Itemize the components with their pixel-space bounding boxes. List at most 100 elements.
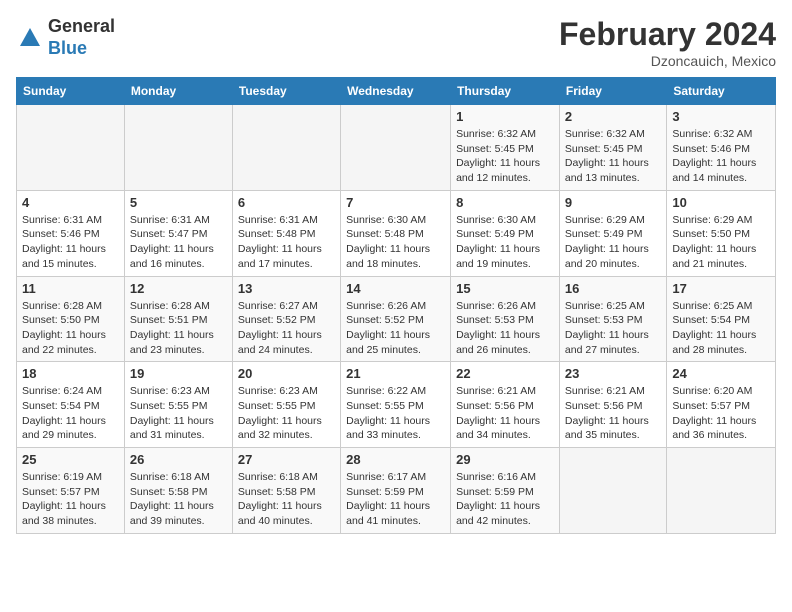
weekday-header-thursday: Thursday xyxy=(451,78,560,105)
calendar-cell: 12 Sunrise: 6:28 AM Sunset: 5:51 PM Dayli… xyxy=(124,276,232,362)
calendar-cell: 11Sunrise: 6:28 AM Sunset: 5:50 PM Dayli… xyxy=(17,276,125,362)
day-number: 13 xyxy=(238,281,335,296)
week-row-2: 11Sunrise: 6:28 AM Sunset: 5:50 PM Dayli… xyxy=(17,276,776,362)
day-number: 17 xyxy=(672,281,770,296)
week-row-0: 1 Sunrise: 6:32 AM Sunset: 5:45 PM Daylig… xyxy=(17,105,776,191)
day-number: 11 xyxy=(22,281,119,296)
logo-general: General xyxy=(48,16,115,36)
weekday-header-friday: Friday xyxy=(559,78,666,105)
calendar-cell: 13 Sunrise: 6:27 AM Sunset: 5:52 PM Dayli… xyxy=(232,276,340,362)
calendar-cell: 29 Sunrise: 6:16 AM Sunset: 5:59 PM Dayli… xyxy=(451,448,560,534)
day-info: Sunrise: 6:20 AM Sunset: 5:57 PM Dayligh… xyxy=(672,384,770,443)
day-info: Sunrise: 6:28 AM Sunset: 5:51 PM Dayligh… xyxy=(130,299,227,358)
day-info: Sunrise: 6:18 AM Sunset: 5:58 PM Dayligh… xyxy=(238,470,335,529)
day-number: 12 xyxy=(130,281,227,296)
day-info: Sunrise: 6:25 AM Sunset: 5:54 PM Dayligh… xyxy=(672,299,770,358)
logo-text: General Blue xyxy=(48,16,115,59)
day-info: Sunrise: 6:21 AM Sunset: 5:56 PM Dayligh… xyxy=(565,384,661,443)
calendar-cell: 1 Sunrise: 6:32 AM Sunset: 5:45 PM Daylig… xyxy=(451,105,560,191)
day-number: 14 xyxy=(346,281,445,296)
day-info: Sunrise: 6:27 AM Sunset: 5:52 PM Dayligh… xyxy=(238,299,335,358)
calendar-cell xyxy=(341,105,451,191)
weekday-header-saturday: Saturday xyxy=(667,78,776,105)
day-number: 1 xyxy=(456,109,554,124)
page-header: General Blue February 2024 Dzoncauich, M… xyxy=(16,16,776,69)
day-info: Sunrise: 6:16 AM Sunset: 5:59 PM Dayligh… xyxy=(456,470,554,529)
day-info: Sunrise: 6:31 AM Sunset: 5:47 PM Dayligh… xyxy=(130,213,227,272)
day-number: 15 xyxy=(456,281,554,296)
day-number: 16 xyxy=(565,281,661,296)
calendar-cell: 10Sunrise: 6:29 AM Sunset: 5:50 PM Dayli… xyxy=(667,190,776,276)
day-info: Sunrise: 6:31 AM Sunset: 5:46 PM Dayligh… xyxy=(22,213,119,272)
calendar-cell: 24Sunrise: 6:20 AM Sunset: 5:57 PM Dayli… xyxy=(667,362,776,448)
day-number: 2 xyxy=(565,109,661,124)
calendar-cell: 18 Sunrise: 6:24 AM Sunset: 5:54 PM Dayli… xyxy=(17,362,125,448)
calendar-cell: 26 Sunrise: 6:18 AM Sunset: 5:58 PM Dayli… xyxy=(124,448,232,534)
day-number: 4 xyxy=(22,195,119,210)
calendar-cell: 2 Sunrise: 6:32 AM Sunset: 5:45 PM Daylig… xyxy=(559,105,666,191)
calendar-cell: 23Sunrise: 6:21 AM Sunset: 5:56 PM Dayli… xyxy=(559,362,666,448)
logo-icon xyxy=(16,24,44,52)
week-row-4: 25 Sunrise: 6:19 AM Sunset: 5:57 PM Dayli… xyxy=(17,448,776,534)
day-number: 27 xyxy=(238,452,335,467)
day-info: Sunrise: 6:24 AM Sunset: 5:54 PM Dayligh… xyxy=(22,384,119,443)
weekday-header-wednesday: Wednesday xyxy=(341,78,451,105)
calendar-cell: 7 Sunrise: 6:30 AM Sunset: 5:48 PM Daylig… xyxy=(341,190,451,276)
day-info: Sunrise: 6:22 AM Sunset: 5:55 PM Dayligh… xyxy=(346,384,445,443)
day-info: Sunrise: 6:26 AM Sunset: 5:53 PM Dayligh… xyxy=(456,299,554,358)
calendar-cell: 6Sunrise: 6:31 AM Sunset: 5:48 PM Daylig… xyxy=(232,190,340,276)
day-number: 28 xyxy=(346,452,445,467)
calendar-cell: 28Sunrise: 6:17 AM Sunset: 5:59 PM Dayli… xyxy=(341,448,451,534)
day-number: 26 xyxy=(130,452,227,467)
calendar-cell: 15 Sunrise: 6:26 AM Sunset: 5:53 PM Dayli… xyxy=(451,276,560,362)
calendar-cell xyxy=(559,448,666,534)
day-number: 7 xyxy=(346,195,445,210)
day-number: 5 xyxy=(130,195,227,210)
calendar-cell: 22Sunrise: 6:21 AM Sunset: 5:56 PM Dayli… xyxy=(451,362,560,448)
calendar-cell: 27 Sunrise: 6:18 AM Sunset: 5:58 PM Dayli… xyxy=(232,448,340,534)
day-number: 8 xyxy=(456,195,554,210)
day-number: 18 xyxy=(22,366,119,381)
calendar-cell: 5 Sunrise: 6:31 AM Sunset: 5:47 PM Daylig… xyxy=(124,190,232,276)
calendar-cell xyxy=(667,448,776,534)
logo-blue: Blue xyxy=(48,38,87,58)
day-info: Sunrise: 6:18 AM Sunset: 5:58 PM Dayligh… xyxy=(130,470,227,529)
day-number: 3 xyxy=(672,109,770,124)
day-info: Sunrise: 6:30 AM Sunset: 5:49 PM Dayligh… xyxy=(456,213,554,272)
location: Dzoncauich, Mexico xyxy=(559,53,776,69)
calendar-cell xyxy=(232,105,340,191)
day-number: 9 xyxy=(565,195,661,210)
day-info: Sunrise: 6:32 AM Sunset: 5:45 PM Dayligh… xyxy=(565,127,661,186)
day-number: 25 xyxy=(22,452,119,467)
calendar-cell: 16Sunrise: 6:25 AM Sunset: 5:53 PM Dayli… xyxy=(559,276,666,362)
day-info: Sunrise: 6:26 AM Sunset: 5:52 PM Dayligh… xyxy=(346,299,445,358)
calendar-cell xyxy=(17,105,125,191)
calendar-cell: 25 Sunrise: 6:19 AM Sunset: 5:57 PM Dayli… xyxy=(17,448,125,534)
day-number: 29 xyxy=(456,452,554,467)
calendar-cell: 19 Sunrise: 6:23 AM Sunset: 5:55 PM Dayli… xyxy=(124,362,232,448)
calendar-cell: 20Sunrise: 6:23 AM Sunset: 5:55 PM Dayli… xyxy=(232,362,340,448)
calendar-cell: 8 Sunrise: 6:30 AM Sunset: 5:49 PM Daylig… xyxy=(451,190,560,276)
day-number: 19 xyxy=(130,366,227,381)
logo: General Blue xyxy=(16,16,115,59)
day-info: Sunrise: 6:32 AM Sunset: 5:45 PM Dayligh… xyxy=(456,127,554,186)
calendar-cell: 17 Sunrise: 6:25 AM Sunset: 5:54 PM Dayli… xyxy=(667,276,776,362)
month-year: February 2024 xyxy=(559,16,776,53)
day-info: Sunrise: 6:30 AM Sunset: 5:48 PM Dayligh… xyxy=(346,213,445,272)
day-number: 20 xyxy=(238,366,335,381)
weekday-header-monday: Monday xyxy=(124,78,232,105)
week-row-1: 4 Sunrise: 6:31 AM Sunset: 5:46 PM Daylig… xyxy=(17,190,776,276)
day-number: 21 xyxy=(346,366,445,381)
day-number: 22 xyxy=(456,366,554,381)
calendar-cell: 9Sunrise: 6:29 AM Sunset: 5:49 PM Daylig… xyxy=(559,190,666,276)
calendar-cell: 21 Sunrise: 6:22 AM Sunset: 5:55 PM Dayli… xyxy=(341,362,451,448)
weekday-header-row: SundayMondayTuesdayWednesdayThursdayFrid… xyxy=(17,78,776,105)
calendar-cell: 4 Sunrise: 6:31 AM Sunset: 5:46 PM Daylig… xyxy=(17,190,125,276)
calendar-table: SundayMondayTuesdayWednesdayThursdayFrid… xyxy=(16,77,776,534)
week-row-3: 18 Sunrise: 6:24 AM Sunset: 5:54 PM Dayli… xyxy=(17,362,776,448)
day-info: Sunrise: 6:19 AM Sunset: 5:57 PM Dayligh… xyxy=(22,470,119,529)
day-info: Sunrise: 6:23 AM Sunset: 5:55 PM Dayligh… xyxy=(130,384,227,443)
calendar-header: SundayMondayTuesdayWednesdayThursdayFrid… xyxy=(17,78,776,105)
day-number: 10 xyxy=(672,195,770,210)
title-block: February 2024 Dzoncauich, Mexico xyxy=(559,16,776,69)
